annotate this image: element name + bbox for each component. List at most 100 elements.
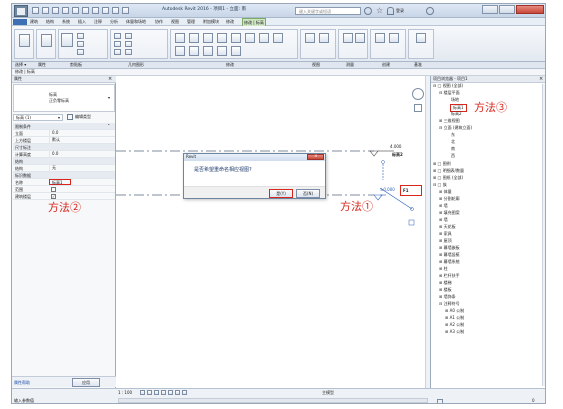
tab-massing[interactable]: 体量和场地 — [126, 20, 146, 24]
tree-node-sheets[interactable]: ⊞ □ 图纸 (全部) — [433, 176, 463, 180]
panel-select[interactable]: 选择 ▾ — [15, 63, 26, 67]
cope-icon[interactable] — [114, 33, 121, 39]
edit-type-button[interactable]: 编辑类型 — [67, 114, 107, 121]
steering-wheel-icon[interactable] — [412, 88, 424, 100]
search-icon[interactable] — [364, 7, 372, 15]
close-button[interactable] — [516, 5, 544, 14]
visual-style-icon[interactable] — [147, 390, 152, 395]
override-view-icon[interactable] — [319, 33, 329, 43]
tab-modify[interactable]: 修改 — [226, 20, 234, 24]
tab-systems[interactable]: 系统 — [62, 20, 70, 24]
building-story-checkbox[interactable]: ✓ — [51, 194, 56, 199]
sun-path-icon[interactable] — [154, 390, 159, 395]
mirror-icon[interactable] — [203, 33, 213, 43]
tree-node-family-1[interactable]: ⊞ 体量 — [439, 190, 452, 194]
tab-modify-level[interactable]: 修改 | 标高 — [242, 18, 266, 26]
open-icon[interactable] — [32, 7, 39, 14]
close-icon[interactable]: × — [539, 77, 543, 82]
create-parts-icon[interactable] — [389, 33, 399, 43]
drawing-canvas[interactable]: 4.000 标高2 ±0.000 F1 方法① Revit × 是否希望重命名相… — [116, 76, 430, 388]
tree-item-south[interactable]: 南 — [451, 147, 455, 151]
tree-item-site[interactable]: 场地 — [451, 98, 459, 102]
redo-icon[interactable] — [62, 7, 69, 14]
tree-item-a2[interactable]: ⊞ A2 公制 — [445, 323, 464, 327]
tree-node-family-10[interactable]: ⊞ 幕墙竖梃 — [439, 253, 460, 257]
type-selector[interactable]: 标高 正负零标高 ▾ — [13, 84, 115, 112]
selection-filter-icon[interactable] — [437, 399, 443, 403]
delete-icon[interactable] — [231, 46, 241, 56]
tree-item-west[interactable]: 西 — [451, 154, 455, 158]
scale-selector[interactable]: 1 : 100 — [118, 391, 132, 395]
tree-item-level2[interactable]: 标高2 — [451, 112, 462, 116]
crop-view-icon[interactable] — [168, 390, 173, 395]
properties-icon[interactable] — [41, 34, 52, 47]
tab-architecture[interactable]: 建筑 — [30, 20, 38, 24]
tree-item-east[interactable]: 东 — [451, 133, 455, 137]
user-icon[interactable] — [387, 7, 394, 15]
tree-node-legends[interactable]: ⊞ □ 图例 — [433, 162, 451, 166]
tree-node-3d-views[interactable]: ⊞ 三维视图 — [439, 119, 460, 123]
array-icon[interactable] — [175, 46, 185, 56]
elevation-field[interactable]: 0.0 — [49, 130, 94, 136]
cut-geometry-icon[interactable] — [114, 41, 121, 47]
tree-node-family-6[interactable]: ⊞ 天花板 — [439, 225, 456, 229]
offset-icon[interactable] — [189, 33, 199, 43]
name-field[interactable]: 标高1 — [49, 179, 71, 185]
minimize-button[interactable] — [482, 5, 498, 14]
section-constraints[interactable]: 限制条件 ⌃ — [13, 123, 115, 130]
tree-item-a0[interactable]: ⊞ A0 公制 — [445, 309, 464, 313]
chevron-down-icon[interactable]: ▾ — [108, 96, 110, 100]
tree-node-family-15[interactable]: ⊞ 楼板 — [439, 288, 452, 292]
tree-node-views[interactable]: ⊟ □ 视图 (全部) — [433, 84, 463, 88]
hide-view-icon[interactable] — [305, 33, 315, 43]
tab-analyze[interactable]: 分析 — [110, 20, 118, 24]
detail-level-icon[interactable] — [140, 390, 145, 395]
copy-element-icon[interactable] — [231, 33, 241, 43]
create-assembly-icon[interactable] — [375, 33, 385, 43]
lower-level-elevation[interactable]: ±0.000 — [380, 188, 395, 192]
tree-node-family-3[interactable]: ⊞ 墙 — [439, 204, 448, 208]
star-icon[interactable]: ☆ — [376, 6, 383, 15]
propagate-extents-icon[interactable] — [416, 33, 426, 43]
extents-checkbox[interactable] — [51, 187, 56, 192]
measure-distance-icon[interactable] — [343, 33, 353, 43]
tree-node-family-4[interactable]: ⊞ 填充图案 — [439, 211, 460, 215]
wall-joins-icon[interactable] — [125, 33, 132, 39]
modify-cursor-icon[interactable] — [19, 34, 30, 47]
section-dimensions[interactable]: 尺寸标注 — [13, 144, 115, 151]
properties-help-link[interactable]: 属性帮助 — [14, 381, 30, 385]
unpin-icon[interactable] — [217, 46, 227, 56]
login-link[interactable]: 登录 — [396, 9, 404, 13]
close-hidden-icon[interactable] — [122, 7, 129, 14]
split-face-icon[interactable] — [125, 41, 132, 47]
lower-level-name-field[interactable]: F1 — [400, 185, 422, 196]
structure-field[interactable]: 无 — [49, 165, 94, 171]
tree-node-family-12[interactable]: ⊞ 柱 — [439, 267, 448, 271]
3d-view-icon[interactable] — [102, 7, 109, 14]
undo-icon[interactable] — [52, 7, 59, 14]
section-identity[interactable]: 标识数据 — [13, 172, 115, 179]
yes-button[interactable]: 是(Y) — [269, 189, 293, 198]
tree-item-north[interactable]: 北 — [451, 140, 455, 144]
active-model[interactable]: 主模型 — [322, 391, 334, 395]
tree-node-schedules[interactable]: ⊞ □ 明细表/数量 — [433, 169, 464, 173]
search-input[interactable]: 键入关键字或短语 — [295, 7, 361, 15]
tree-node-elevations[interactable]: ⊟ 立面 (建筑立面) — [439, 126, 472, 130]
no-button[interactable]: 否(N) — [296, 189, 320, 198]
upper-level-elevation[interactable]: 4.000 — [390, 145, 401, 149]
join-icon[interactable] — [114, 49, 121, 55]
tab-structure[interactable]: 结构 — [46, 20, 54, 24]
temporary-hide-icon[interactable] — [175, 390, 180, 395]
zoom-icon[interactable] — [414, 104, 422, 112]
above-story-field[interactable]: 默认 — [49, 137, 94, 143]
paste-icon[interactable] — [61, 33, 73, 47]
maximize-button[interactable] — [499, 5, 515, 14]
tree-node-family-16[interactable]: ⊞ 墙饰条 — [439, 295, 456, 299]
rotate-icon[interactable] — [245, 33, 255, 43]
tree-node-family-14[interactable]: ⊞ 楼梯 — [439, 281, 452, 285]
file-tab[interactable] — [13, 19, 27, 25]
horizontal-scrollbar[interactable] — [118, 398, 428, 403]
tree-node-family-2[interactable]: ⊞ 分割轮廓 — [439, 197, 460, 201]
tree-node-families[interactable]: ⊟ □ 族 — [433, 183, 447, 187]
tab-manage[interactable]: 管理 — [187, 20, 195, 24]
